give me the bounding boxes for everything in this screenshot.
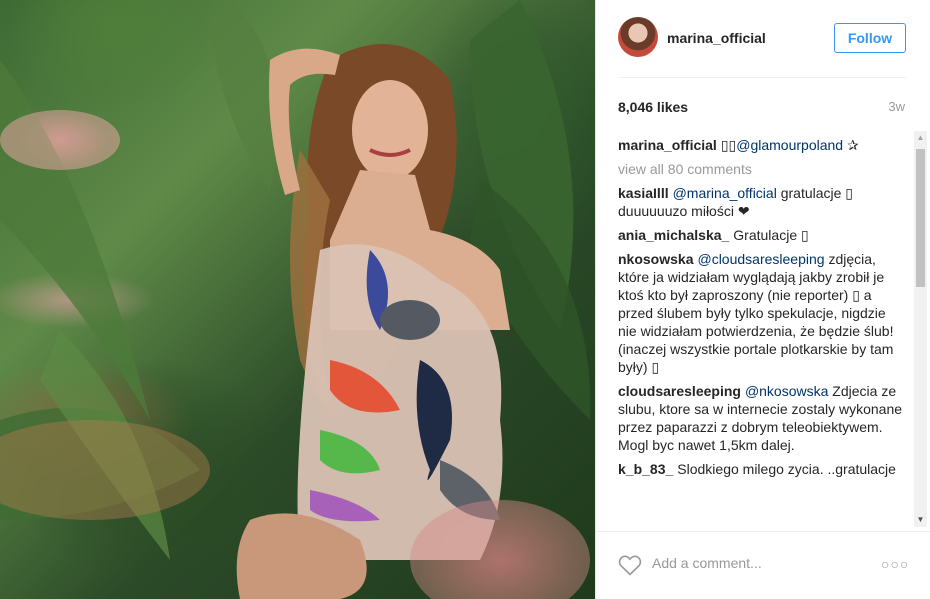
list-item: ania_michalska_ Gratulacje ▯ — [618, 226, 908, 244]
scroll-up-arrow-icon[interactable]: ▲ — [914, 131, 927, 145]
comments-list: marina_official ▯▯@glamourpoland ✰ view a… — [618, 136, 908, 524]
add-comment-input[interactable] — [652, 555, 852, 571]
scrollbar-thumb[interactable] — [916, 149, 925, 287]
comment-username[interactable]: cloudsaresleeping — [618, 383, 741, 399]
comment-text: Slodkiego milego zycia. ..gratulacje — [677, 461, 896, 477]
caption-username[interactable]: marina_official — [618, 137, 717, 153]
photo-illustration — [0, 0, 591, 599]
avatar[interactable] — [618, 17, 658, 57]
comment-mention[interactable]: @marina_official — [673, 185, 777, 201]
caption-mention[interactable]: @glamourpoland — [736, 137, 843, 153]
caption-suffix: ✰ — [846, 137, 859, 153]
list-item: k_b_83_ Slodkiego milego zycia. ..gratula… — [618, 460, 908, 478]
post-header: marina_official Follow — [596, 0, 930, 77]
likes-count[interactable]: 8,046 likes — [618, 99, 688, 115]
caption: marina_official ▯▯@glamourpoland ✰ — [618, 136, 908, 154]
more-options-icon[interactable]: ○○○ — [881, 556, 909, 572]
list-item: cloudsaresleeping @nkosowska Zdjecia ze s… — [618, 382, 908, 454]
comment-username[interactable]: kasiaIlll — [618, 185, 669, 201]
header-divider — [618, 77, 906, 78]
heart-icon[interactable] — [618, 554, 642, 576]
comment-text: Gratulacje ▯ — [733, 227, 809, 243]
comment-bar: ○○○ — [596, 531, 930, 599]
scroll-down-arrow-icon[interactable]: ▼ — [914, 513, 927, 527]
post-sidebar: marina_official Follow 8,046 likes 3w ma… — [595, 0, 930, 599]
list-item: nkosowska @cloudsaresleeping zdjęcia, któ… — [618, 250, 908, 376]
comment-text: zdjęcia, które ja widziałam wyglądają ja… — [618, 251, 894, 375]
comment-username[interactable]: k_b_83_ — [618, 461, 673, 477]
post-photo[interactable] — [0, 0, 595, 599]
follow-button[interactable]: Follow — [834, 23, 906, 53]
comments-scrollbar[interactable]: ▲ ▼ — [914, 131, 927, 527]
post-username[interactable]: marina_official — [667, 30, 766, 46]
comment-username[interactable]: ania_michalska_ — [618, 227, 729, 243]
comment-username[interactable]: nkosowska — [618, 251, 693, 267]
post-age[interactable]: 3w — [888, 99, 905, 114]
comment-mention[interactable]: @cloudsaresleeping — [697, 251, 824, 267]
comment-mention[interactable]: @nkosowska — [745, 383, 828, 399]
view-all-comments-link[interactable]: view all 80 comments — [618, 160, 908, 178]
list-item: kasiaIlll @marina_official gratulacje ▯ d… — [618, 184, 908, 220]
caption-emoji: ▯▯ — [720, 137, 737, 153]
